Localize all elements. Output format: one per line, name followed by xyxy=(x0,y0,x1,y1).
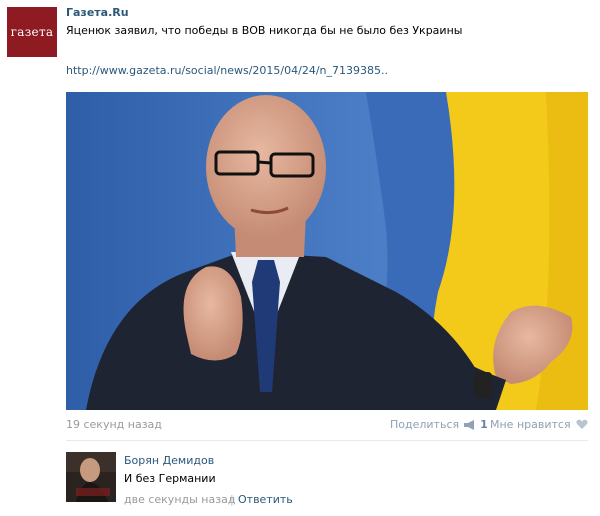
comment-text: И без Германии xyxy=(124,472,216,485)
post-timestamp[interactable]: 19 секунд назад xyxy=(66,418,162,431)
comment-author-link[interactable]: Борян Демидов xyxy=(124,454,214,467)
share-label: Поделиться xyxy=(390,418,460,431)
post-author-link[interactable]: Газета.Ru xyxy=(66,6,129,19)
post-text: Яценюк заявил, что победы в ВОВ никогда … xyxy=(66,24,463,37)
post-photo-illustration xyxy=(66,92,588,410)
comment-divider xyxy=(66,440,588,441)
avatar-logo-text: газета xyxy=(10,25,54,39)
comment-avatar-image xyxy=(66,452,116,502)
comment-timestamp[interactable]: две секунды назад xyxy=(124,493,235,506)
post-photo[interactable] xyxy=(66,92,588,410)
comment-author-avatar[interactable] xyxy=(66,452,116,502)
post-article-link[interactable]: http://www.gazeta.ru/social/news/2015/04… xyxy=(66,64,388,77)
author-avatar[interactable]: газета xyxy=(7,7,57,57)
megaphone-icon xyxy=(464,419,475,430)
like-button[interactable]: Мне нравится xyxy=(490,418,588,431)
share-count: 1 xyxy=(480,418,488,431)
share-button[interactable]: Поделиться 1 xyxy=(390,418,488,431)
like-label: Мне нравится xyxy=(490,418,571,431)
reply-button[interactable]: Ответить xyxy=(238,493,293,506)
heart-icon xyxy=(576,419,588,429)
comment-separator: | xyxy=(230,493,234,506)
